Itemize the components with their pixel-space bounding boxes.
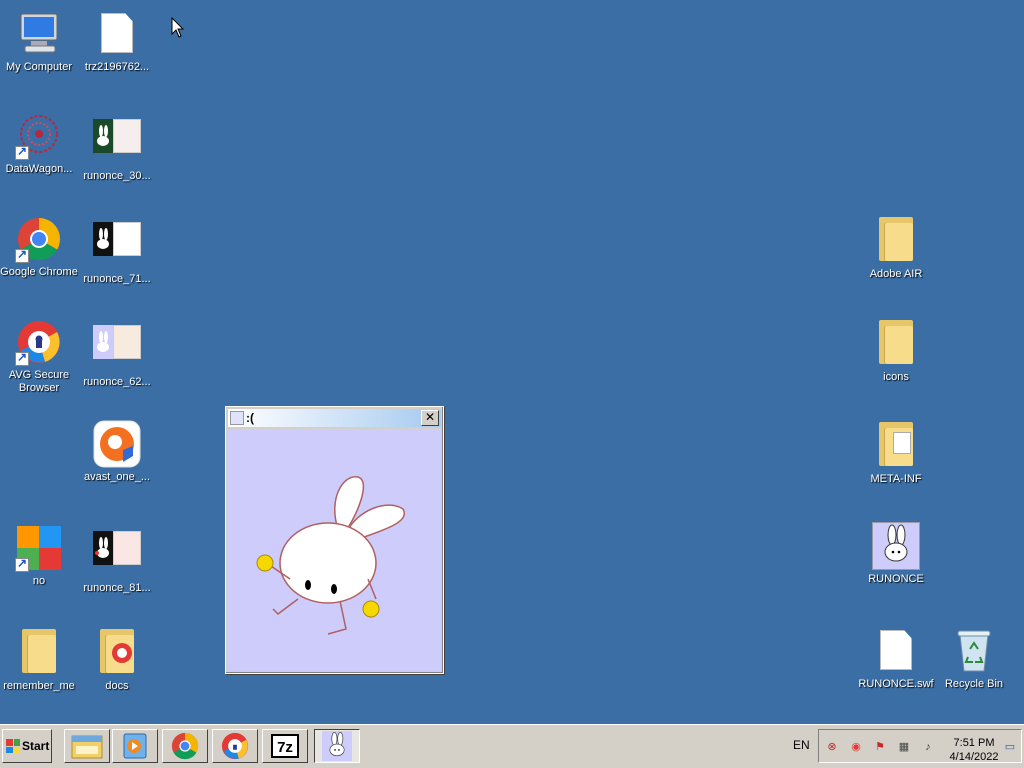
folder-icon [872,320,920,368]
desktop-icon-label: RUNONCE.swf [858,678,934,690]
folder-icon [15,629,63,677]
image-thumbnail-icon [93,119,141,167]
desktop-icon-runonce-62[interactable]: runonce_62... [78,318,156,389]
desktop-icon-runonce-81[interactable]: runonce_81... [78,524,156,595]
desktop-icon-icons[interactable]: icons [857,318,935,384]
media-player-icon [123,733,147,759]
desktop-icon-no[interactable]: no [0,524,78,588]
start-label: Start [22,739,50,753]
desktop-icon-label: docs [105,680,129,692]
bunny-icon [872,522,920,570]
desktop-icon-label: Google Chrome [0,266,78,278]
desktop-icon-meta-inf[interactable]: META-INF [857,420,935,486]
desktop-icon-recycle-bin[interactable]: Recycle Bin [935,627,1013,691]
desktop-icon-datawagon[interactable]: DataWagon... [0,112,78,176]
avast-icon [93,420,141,468]
file-explorer-icon [71,735,103,759]
shortcut-arrow-icon [15,144,29,160]
avg-icon [15,524,63,572]
desktop-icon-label: Adobe AIR [869,268,923,280]
windows-logo-icon [6,739,20,753]
volume-icon[interactable]: ♪ [921,740,935,754]
desktop-icon-trz-file[interactable]: trz2196762... [78,10,156,74]
bunny-icon [322,731,352,761]
avg-secure-browser-icon [15,318,63,366]
desktop: My Computer DataWagon... Google Chr [0,0,1024,724]
bunny-icon [230,411,244,425]
language-indicator[interactable]: EN [793,738,810,752]
security-alert-icon[interactable]: ⚑ [873,740,887,754]
blank-file-icon [93,10,141,58]
window-content [228,429,441,671]
desktop-icon-label: runonce_71... [83,273,151,285]
desktop-icon-label: My Computer [5,61,73,73]
clock-time: 7:51 PM [953,737,995,749]
window-title: :( [246,411,254,425]
chrome-icon [15,215,63,263]
window-title-bar[interactable]: :( ✕ [228,409,441,427]
7zip-icon: 7z [271,734,299,758]
desktop-icon-label: runonce_81... [83,582,151,594]
recycle-bin-icon [950,627,998,675]
desktop-icon-runonce-30[interactable]: runonce_30... [78,112,156,183]
close-button[interactable]: ✕ [421,410,439,426]
desktop-icon-label: runonce_30... [83,170,151,182]
mouse-cursor-icon [171,17,185,38]
folder-icon [872,422,920,470]
taskbar: Start 7z ⊗ ◉ ⚑ ▦ ♪ 7:51 PM 4/14/2022 ▭ [0,724,1024,768]
chrome-icon [171,732,199,760]
system-tray: ⊗ ◉ ⚑ ▦ ♪ 7:51 PM 4/14/2022 ▭ [818,729,1022,763]
desktop-icon-google-chrome[interactable]: Google Chrome [0,215,78,279]
shortcut-arrow-icon [15,350,29,366]
taskbar-button-media-player[interactable] [112,729,158,763]
taskbar-button-runonce[interactable] [314,729,360,763]
start-button[interactable]: Start [2,729,52,763]
bunny-illustration [256,476,406,635]
desktop-icon-avast-one[interactable]: avast_one_... [78,420,156,484]
folder-icon [93,629,141,677]
image-thumbnail-icon [93,222,141,270]
desktop-icon-remember-me[interactable]: remember_me [0,627,78,693]
folder-icon [872,217,920,265]
desktop-icon-avg-secure-browser[interactable]: AVG Secure Browser [0,318,78,395]
desktop-icon-label: icons [883,371,909,383]
desktop-icon-label: runonce_62... [83,376,151,388]
network-icon[interactable]: ▦ [897,740,911,754]
desktop-icon-docs[interactable]: docs [78,627,156,693]
taskbar-button-chrome[interactable] [162,729,208,763]
desktop-icon-label: Recycle Bin [944,678,1004,690]
taskbar-button-explorer[interactable] [64,729,110,763]
taskbar-button-avg-secure-browser[interactable] [212,729,258,763]
clock[interactable]: 7:51 PM 4/14/2022 [949,736,999,764]
desktop-icon-label: remember_me [3,680,75,692]
desktop-icon-label: no [32,575,46,587]
avg-secure-browser-icon [221,732,249,760]
avg-tray-icon[interactable]: ◉ [849,740,863,754]
desktop-icon-my-computer[interactable]: My Computer [0,10,78,74]
desktop-icon-label: trz2196762... [84,61,150,73]
desktop-icon-label: avast_one_... [83,471,151,483]
shortcut-arrow-icon [15,247,29,263]
image-thumbnail-icon [93,531,141,579]
desktop-icon-adobe-air[interactable]: Adobe AIR [857,215,935,281]
desktop-icon-label: DataWagon... [5,163,73,175]
svg-text:7z: 7z [277,739,293,756]
blank-file-icon [872,627,920,675]
datawagon-icon [15,112,63,160]
avast-tray-icon[interactable]: ⊗ [825,740,839,754]
image-thumbnail-icon [93,325,141,373]
desktop-icon-label: AVG Secure Browser [8,369,70,394]
desktop-icon-label: RUNONCE [868,573,924,585]
desktop-icon-runonce-71[interactable]: runonce_71... [78,215,156,286]
shortcut-arrow-icon [15,556,29,572]
taskbar-button-7zip[interactable]: 7z [262,729,308,763]
desktop-icon-label: META-INF [870,473,922,485]
clock-date: 4/14/2022 [949,751,999,763]
desktop-icon-runonce[interactable]: RUNONCE [857,522,935,586]
desktop-icon-runonce-swf[interactable]: RUNONCE.swf [857,627,935,691]
my-computer-icon [15,10,63,58]
show-desktop-icon[interactable]: ▭ [1003,740,1017,754]
runonce-window[interactable]: :( ✕ [225,406,444,674]
